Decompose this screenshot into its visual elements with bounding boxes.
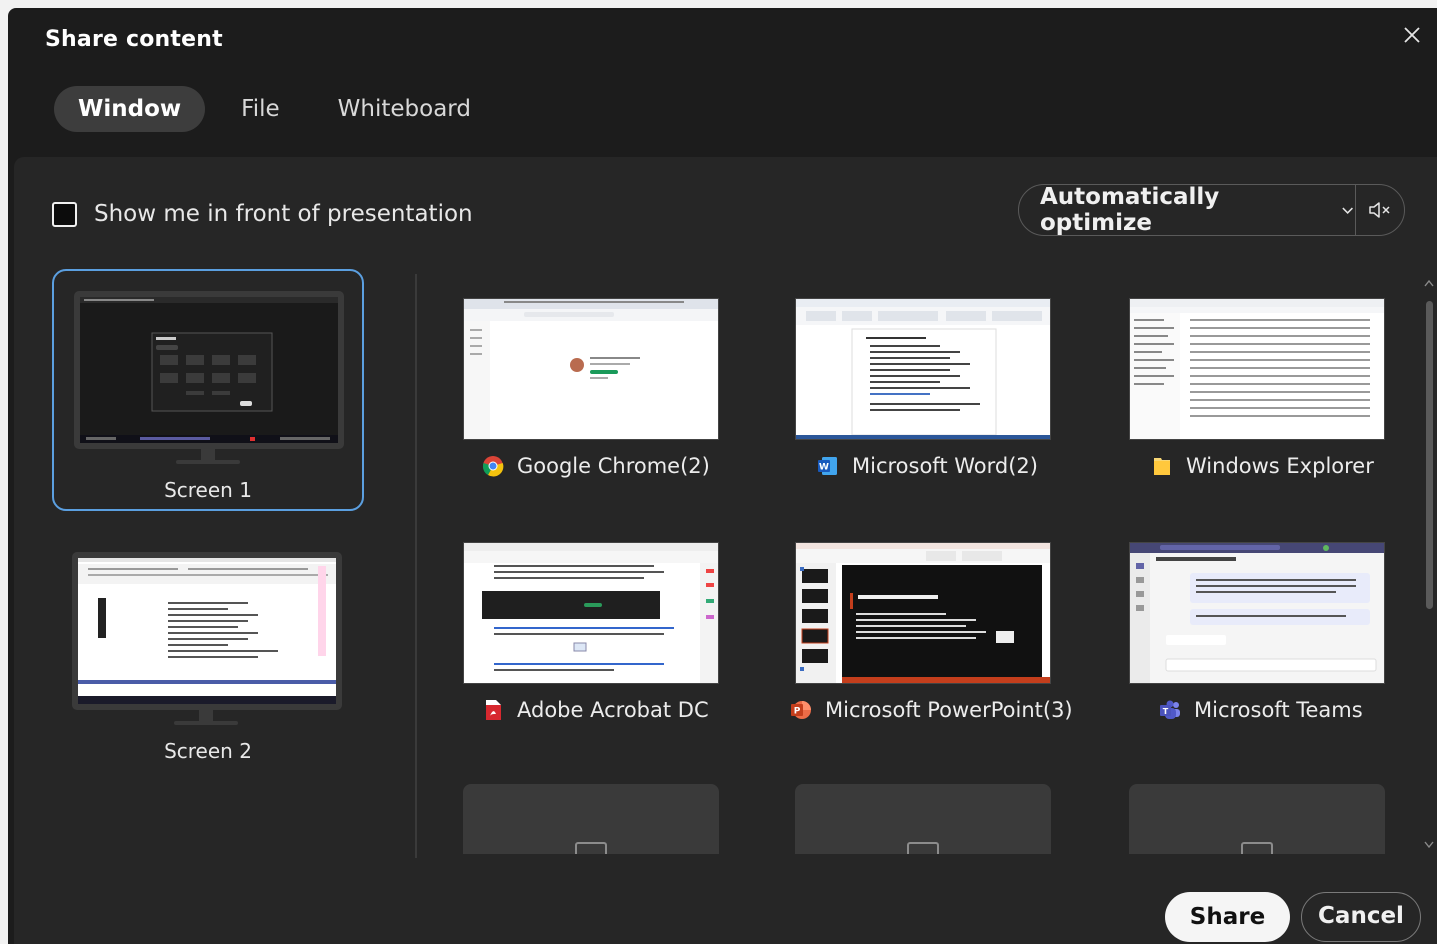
- explorer-window-preview: [1130, 299, 1384, 439]
- teams-window-thumbnail[interactable]: [1129, 542, 1385, 684]
- powerpoint-window-preview: [796, 543, 1050, 683]
- teams-window-label[interactable]: T Microsoft Teams: [1159, 698, 1363, 722]
- window-icon: [1241, 842, 1273, 854]
- optimize-dropdown[interactable]: Automatically optimize: [1019, 184, 1356, 236]
- show-me-checkbox[interactable]: [52, 201, 77, 227]
- screen-1-thumbnail: [80, 297, 338, 443]
- screen-2-thumbnail: [78, 558, 336, 704]
- powerpoint-window-label[interactable]: P Microsoft PowerPoint(3): [790, 698, 1073, 722]
- panel-divider: [415, 274, 417, 858]
- optimize-label: Automatically optimize: [1040, 184, 1220, 236]
- cancel-button[interactable]: Cancel: [1301, 892, 1421, 942]
- share-panel: Show me in front of presentation Automat…: [14, 157, 1437, 944]
- word-window-name: Microsoft Word(2): [852, 454, 1038, 478]
- chrome-window-thumbnail[interactable]: [463, 298, 719, 440]
- powerpoint-window-name: Microsoft PowerPoint(3): [825, 698, 1073, 722]
- explorer-window-thumbnail[interactable]: [1129, 298, 1385, 440]
- chrome-window-name: Google Chrome(2): [517, 454, 710, 478]
- acrobat-window-preview: [464, 543, 718, 683]
- window-list-scrollbar[interactable]: [1423, 271, 1435, 859]
- scrollbar-thumb[interactable]: [1426, 301, 1433, 609]
- share-type-tabs: Window File Whiteboard: [54, 86, 493, 132]
- window-icon: [907, 842, 939, 854]
- dialog-title: Share content: [45, 27, 223, 52]
- window-icon: [575, 842, 607, 854]
- powerpoint-window-thumbnail[interactable]: [795, 542, 1051, 684]
- acrobat-window-thumbnail[interactable]: [463, 542, 719, 684]
- word-window-thumbnail[interactable]: [795, 298, 1051, 440]
- scroll-down-icon[interactable]: [1423, 837, 1435, 851]
- show-me-option[interactable]: Show me in front of presentation: [52, 201, 473, 227]
- scroll-up-icon[interactable]: [1423, 277, 1435, 291]
- screen-1-option[interactable]: Screen 1: [52, 269, 364, 511]
- chevron-down-icon: [1342, 207, 1353, 214]
- teams-icon: T: [1160, 700, 1180, 719]
- explorer-window-label[interactable]: Windows Explorer: [1151, 454, 1374, 478]
- screen-1-preview: [74, 291, 344, 449]
- word-window-label[interactable]: W Microsoft Word(2): [817, 454, 1038, 478]
- svg-text:W: W: [819, 463, 829, 473]
- optimize-control: Automatically optimize: [1018, 184, 1405, 236]
- window-placeholder[interactable]: [463, 784, 719, 854]
- word-icon: W: [818, 457, 837, 475]
- acrobat-icon: [486, 700, 501, 720]
- monitor-base: [176, 460, 240, 464]
- powerpoint-icon: P: [791, 701, 811, 719]
- screen-2-preview: [72, 552, 342, 710]
- svg-text:P: P: [794, 707, 801, 717]
- close-icon[interactable]: [1401, 24, 1423, 46]
- window-placeholder[interactable]: [1129, 784, 1385, 854]
- share-button[interactable]: Share: [1165, 892, 1290, 942]
- teams-window-name: Microsoft Teams: [1194, 698, 1363, 722]
- chrome-icon: [482, 456, 504, 477]
- speaker-muted-icon: [1369, 202, 1390, 218]
- monitor-base: [174, 721, 238, 725]
- chrome-window-label[interactable]: Google Chrome(2): [482, 454, 710, 478]
- screen-2-label: Screen 2: [164, 739, 252, 763]
- tab-window[interactable]: Window: [54, 86, 206, 132]
- chrome-window-preview: [464, 299, 718, 439]
- screen-2-option[interactable]: Screen 2: [52, 532, 364, 774]
- tab-file[interactable]: File: [219, 86, 302, 132]
- audio-toggle-button[interactable]: [1356, 185, 1404, 235]
- tab-whiteboard[interactable]: Whiteboard: [316, 86, 493, 132]
- teams-window-preview: [1130, 543, 1384, 683]
- share-content-dialog: Share content Window File Whiteboard Sho…: [8, 8, 1437, 944]
- svg-text:T: T: [1163, 707, 1169, 716]
- acrobat-window-name: Adobe Acrobat DC: [517, 698, 709, 722]
- window-placeholder[interactable]: [795, 784, 1051, 854]
- word-window-preview: [796, 299, 1050, 439]
- explorer-window-name: Windows Explorer: [1186, 454, 1374, 478]
- folder-icon: [1154, 458, 1170, 475]
- show-me-label: Show me in front of presentation: [94, 201, 473, 227]
- screen-1-label: Screen 1: [164, 478, 252, 502]
- acrobat-window-label[interactable]: Adobe Acrobat DC: [482, 698, 709, 722]
